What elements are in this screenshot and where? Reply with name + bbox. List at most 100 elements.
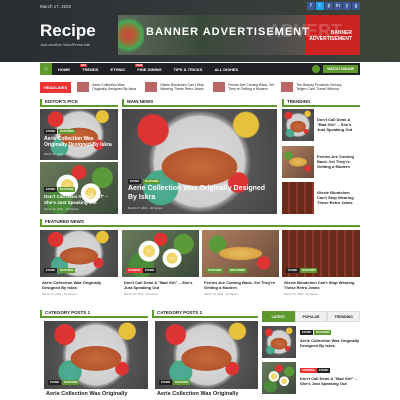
headline-title: Gisele Bündchen Can't Stop Wearing These… — [160, 83, 204, 91]
banner-ad[interactable]: ADVERT BANNER ADVERTISEMENT BANNER ADVER… — [118, 15, 360, 55]
top-bar: March 17, 2022 f t p in y g — [40, 2, 360, 11]
category-tag[interactable]: FEATURED — [58, 129, 76, 134]
trending-title[interactable]: Don't Call Demi A "Bad Girl" – She's Jus… — [317, 117, 360, 132]
social-links: f t p in y g — [307, 2, 360, 10]
headline-thumb — [77, 82, 90, 92]
banner-food-image — [118, 15, 144, 55]
headlines-ticker: HEADLINES Aerie Collection Was Originall… — [40, 80, 360, 94]
main-news-heading: MAIN NEWS — [122, 99, 277, 107]
category-tag[interactable]: ETHNIC — [44, 268, 58, 273]
new-badge: NEW — [135, 63, 144, 67]
featured-news-heading: FEATURED NEWS — [40, 219, 360, 227]
headline-title: Aerie Collection Was Originally Designed… — [92, 83, 137, 91]
twitter-icon[interactable]: t — [316, 2, 324, 10]
tab-latest[interactable]: LATEST — [262, 311, 295, 322]
site-tagline: Just another WordPress site — [40, 42, 91, 47]
featured-title[interactable]: Gisele Bündchen Can't Stop Wearing These… — [284, 280, 360, 290]
category-tag[interactable]: ETHNIC — [48, 380, 62, 385]
post-meta: March 16, 2021 · All Names — [124, 292, 159, 296]
site-header: March 17, 2022 f t p in y g Recipe Just … — [0, 0, 400, 62]
nav-item-ethnic[interactable]: ETHNIC — [104, 67, 131, 72]
headline-item[interactable]: Ferries Are Coming Back–Yet They're Gett… — [213, 82, 275, 92]
editors-pick-heading: EDITOR'S PICK — [40, 99, 118, 107]
category-post-title[interactable]: Aerie Collection Was Originally — [157, 391, 260, 398]
category-tag[interactable]: ETHNIC — [317, 368, 331, 373]
headline-thumb — [145, 82, 158, 92]
headline-thumb — [213, 82, 226, 92]
trending-title[interactable]: Ferries Are Coming Back–Yet They're Gett… — [317, 154, 360, 169]
category-tag[interactable]: FEATURED — [206, 268, 224, 273]
headline-item[interactable]: Gisele Bündchen Can't Stop Wearing These… — [145, 82, 207, 92]
trending-thumb[interactable] — [282, 109, 314, 141]
nav-item-home[interactable]: HOME — [52, 67, 76, 72]
trending-thumb[interactable] — [282, 182, 314, 214]
home-icon[interactable]: ⌂ — [40, 63, 52, 75]
post-meta: March 17, 2021 · All Names — [128, 206, 163, 210]
post-meta: March 17, 2021 · All Names — [42, 292, 77, 296]
post-title[interactable]: Aerie Collection Was Originally Designed… — [44, 136, 116, 149]
category-post-image[interactable] — [44, 321, 148, 389]
headline-title: The Beauty Products Chrissy Teigen Can't… — [296, 83, 342, 91]
sidebar-post-thumb[interactable] — [262, 326, 296, 358]
google-icon[interactable]: g — [352, 2, 360, 10]
tab-trending[interactable]: TRENDING — [327, 311, 361, 322]
category-tag[interactable]: CATERING — [126, 268, 143, 273]
category-tag[interactable]: ETHNIC — [286, 268, 300, 273]
sidebar-tabs: LATEST POPULAR TRENDING — [262, 311, 361, 322]
featured-title[interactable]: Don't Call Demi A "Bad Girl" – She's Jus… — [124, 280, 199, 290]
main-news-title[interactable]: Aerie Collection Was Originally Designed… — [128, 185, 273, 203]
facebook-icon[interactable]: f — [307, 2, 315, 10]
tab-popular[interactable]: POPULAR — [294, 311, 328, 322]
banner-title: BANNER ADVERTISEMENT — [146, 26, 310, 38]
nav-item-all-dishes[interactable]: ALL DISHES — [208, 67, 244, 72]
nav-item-label: TRENDS — [82, 66, 99, 72]
category-tag[interactable]: FEATURED — [58, 187, 76, 192]
hot-badge: HOT — [80, 63, 88, 67]
sidebar-post-title[interactable]: Aerie Collection Was Originally Designed… — [300, 338, 360, 348]
category-tag[interactable]: FEATURED — [173, 380, 191, 385]
category-tag[interactable]: ETHNIC — [143, 268, 157, 273]
trending-title[interactable]: Gisele Bündchen Can't Stop Wearing These… — [317, 190, 360, 205]
post-meta: March 14, 2021 · All Names — [204, 292, 239, 296]
headline-item[interactable]: The Beauty Products Chrissy Teigen Can't… — [281, 82, 343, 92]
post-meta: March 17, 2021 · All Names — [44, 152, 79, 156]
main-nav: ⌂ HOME HOT TRENDS ETHNIC NEW FINE DINING T… — [40, 63, 360, 75]
watch-online-button[interactable]: WATCH ONLINE — [323, 65, 358, 73]
nav-item-label: FINE DINING — [137, 66, 162, 72]
headline-title: Ferries Are Coming Back–Yet They're Gett… — [228, 83, 274, 91]
nav-item-trends[interactable]: HOT TRENDS — [76, 63, 104, 72]
banner-right-label: BANNER ADVERTISEMENT — [309, 30, 352, 42]
featured-title[interactable]: Aerie Collection Was Originally Designed… — [42, 280, 118, 290]
category-tag[interactable]: ETHNIC — [44, 187, 58, 192]
current-date: March 17, 2022 — [40, 4, 72, 9]
category-tag[interactable]: ETHNIC — [44, 129, 58, 134]
category-tag[interactable]: FEATURED — [62, 380, 80, 385]
featured-title[interactable]: Ferries Are Coming Back–Yet They're Gett… — [204, 280, 279, 290]
category-tag[interactable]: ETHNIC — [300, 330, 314, 335]
nav-item-tips[interactable]: TIPS & TRICKS — [168, 67, 209, 72]
sidebar-post-title[interactable]: Don't Call Demi A "Bad Girl" – She's Jus… — [300, 376, 360, 386]
category-tag[interactable]: CATERING — [300, 368, 317, 373]
trending-thumb[interactable] — [282, 146, 314, 178]
category-tag[interactable]: FINE DINING — [228, 268, 248, 273]
category-tag[interactable]: FEATURED — [58, 268, 76, 273]
banner-right-line2: ADVERTISEMENT — [309, 36, 352, 42]
category-tag[interactable]: FEATURED — [300, 268, 318, 273]
site-logo[interactable]: Recipe — [40, 21, 96, 41]
pinterest-icon[interactable]: p — [325, 2, 333, 10]
headline-item[interactable]: Aerie Collection Was Originally Designed… — [77, 82, 139, 92]
category-tag[interactable]: ETHNIC — [159, 380, 173, 385]
youtube-icon[interactable]: y — [343, 2, 351, 10]
category-tag[interactable]: ETHNIC — [128, 179, 142, 184]
trending-heading: TRENDING — [282, 99, 360, 107]
category-tag[interactable]: FEATURED — [143, 179, 161, 184]
nav-item-fine-dining[interactable]: NEW FINE DINING — [131, 63, 167, 72]
search-icon[interactable] — [312, 65, 321, 73]
post-meta: March 13, 2021 · All Names — [284, 292, 319, 296]
linkedin-icon[interactable]: in — [334, 2, 342, 10]
category-tag[interactable]: FEATURED — [314, 330, 332, 335]
category-post-title[interactable]: Aerie Collection Was Originally — [46, 391, 150, 398]
post-title[interactable]: Don't Call Demi A "Bad Girl" – She's Jus… — [44, 194, 116, 205]
category-post-image[interactable] — [155, 321, 258, 389]
sidebar-post-thumb[interactable] — [262, 362, 296, 394]
